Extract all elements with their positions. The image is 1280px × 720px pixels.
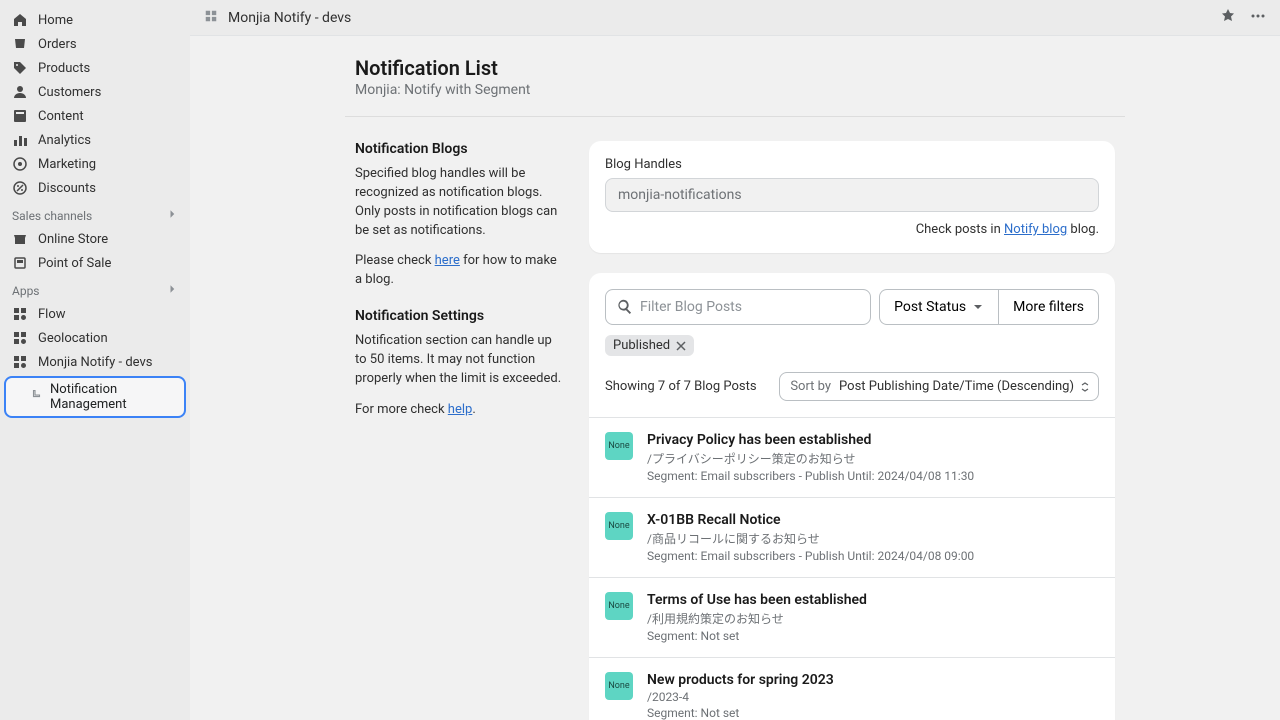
more-filters-button[interactable]: More filters xyxy=(998,289,1099,325)
blog-handles-input[interactable] xyxy=(605,178,1099,212)
post-thumb: None xyxy=(605,592,633,620)
apps-section[interactable]: Apps xyxy=(0,275,190,302)
chevron-right-icon xyxy=(166,283,178,298)
nav-marketing[interactable]: Marketing xyxy=(0,152,190,176)
apps-label: Apps xyxy=(12,284,40,298)
sub-arrow-icon xyxy=(32,389,44,405)
person-icon xyxy=(12,84,28,100)
notification-settings-desc: Notification section can handle up to 50… xyxy=(355,332,565,389)
blog-handles-card: Blog Handles Check posts in Notify blog … xyxy=(589,141,1115,253)
discount-icon xyxy=(12,180,28,196)
pin-icon[interactable] xyxy=(1220,8,1236,28)
notify-blog-link[interactable]: Notify blog xyxy=(1004,222,1067,237)
nav-products[interactable]: Products xyxy=(0,56,190,80)
target-icon xyxy=(12,156,28,172)
filter-tag-published[interactable]: Published xyxy=(605,335,694,356)
sort-select[interactable]: Sort by Post Publishing Date/Time (Desce… xyxy=(779,372,1099,401)
post-sub: /利用規約策定のお知らせ xyxy=(647,610,867,627)
post-status-button[interactable]: Post Status xyxy=(879,289,998,325)
notification-blogs-desc: Specified blog handles will be recognize… xyxy=(355,165,565,240)
nav-flow[interactable]: Flow xyxy=(0,302,190,326)
post-sub: /商品リコールに関するお知らせ xyxy=(647,530,974,547)
post-meta: Segment: Not set xyxy=(647,629,867,643)
post-title: X-01BB Recall Notice xyxy=(647,512,974,528)
post-meta: Segment: Not set xyxy=(647,706,834,720)
nav-customers[interactable]: Customers xyxy=(0,80,190,104)
notification-settings-more: For more check help. xyxy=(355,401,565,420)
sort-caret-icon xyxy=(1080,382,1090,392)
search-icon xyxy=(616,298,634,316)
search-input[interactable] xyxy=(640,299,860,315)
main-area: Monjia Notify - devs Notification List M… xyxy=(190,0,1280,720)
post-meta: Segment: Email subscribers - Publish Unt… xyxy=(647,469,974,483)
orders-icon xyxy=(12,36,28,52)
nav-online-store[interactable]: Online Store xyxy=(0,227,190,251)
showing-text: Showing 7 of 7 Blog Posts xyxy=(605,379,757,394)
nav-content[interactable]: Content xyxy=(0,104,190,128)
home-icon xyxy=(12,12,28,28)
app-subnav-notification-management[interactable]: Notification Management xyxy=(4,376,186,418)
nav-discounts[interactable]: Discounts xyxy=(0,176,190,200)
more-icon[interactable] xyxy=(1250,8,1266,28)
notification-blogs-heading: Notification Blogs xyxy=(355,141,565,157)
notification-settings-heading: Notification Settings xyxy=(355,308,565,324)
app-icon xyxy=(12,354,28,370)
app-icon xyxy=(12,306,28,322)
nav-point-of-sale[interactable]: Point of Sale xyxy=(0,251,190,275)
post-item[interactable]: None Privacy Policy has been established… xyxy=(589,417,1115,497)
post-item[interactable]: None X-01BB Recall Notice /商品リコールに関するお知ら… xyxy=(589,497,1115,577)
post-sub: /プライバシーポリシー策定のお知らせ xyxy=(647,450,974,467)
post-title: Terms of Use has been established xyxy=(647,592,867,608)
help-link[interactable]: help xyxy=(448,402,473,417)
app-subnav-label: Notification Management xyxy=(50,382,180,412)
here-link[interactable]: here xyxy=(435,253,460,268)
post-item[interactable]: None Terms of Use has been established /… xyxy=(589,577,1115,657)
nav-home[interactable]: Home xyxy=(0,8,190,32)
sales-channels-label: Sales channels xyxy=(12,209,92,223)
analytics-icon xyxy=(12,132,28,148)
blog-handles-label: Blog Handles xyxy=(605,157,1099,172)
posts-card: Post Status More filters Published xyxy=(589,273,1115,720)
topbar: Monjia Notify - devs xyxy=(190,0,1280,36)
store-icon xyxy=(12,231,28,247)
page-title: Notification List xyxy=(355,56,1115,80)
chevron-right-icon xyxy=(166,208,178,223)
post-list: None Privacy Policy has been established… xyxy=(589,417,1115,720)
post-thumb: None xyxy=(605,432,633,460)
notification-blogs-check: Please check here for how to make a blog… xyxy=(355,252,565,290)
post-sub: /2023-4 xyxy=(647,690,834,704)
post-title: Privacy Policy has been established xyxy=(647,432,974,448)
tag-icon xyxy=(12,60,28,76)
caret-down-icon xyxy=(972,301,984,313)
nav-analytics[interactable]: Analytics xyxy=(0,128,190,152)
post-meta: Segment: Email subscribers - Publish Unt… xyxy=(647,549,974,563)
page-subtitle: Monjia: Notify with Segment xyxy=(355,82,1115,98)
nav-orders[interactable]: Orders xyxy=(0,32,190,56)
content: Notification List Monjia: Notify with Se… xyxy=(190,36,1280,720)
post-title: New products for spring 2023 xyxy=(647,672,834,688)
post-item[interactable]: None New products for spring 2023 /2023-… xyxy=(589,657,1115,720)
search-box[interactable] xyxy=(605,289,871,325)
post-thumb: None xyxy=(605,512,633,540)
post-thumb: None xyxy=(605,672,633,700)
close-icon[interactable] xyxy=(676,341,686,351)
app-icon xyxy=(12,330,28,346)
blog-handles-hint: Check posts in Notify blog blog. xyxy=(605,222,1099,237)
sales-channels-section[interactable]: Sales channels xyxy=(0,200,190,227)
content-icon xyxy=(12,108,28,124)
pos-icon xyxy=(12,255,28,271)
app-icon xyxy=(204,9,218,27)
nav-geolocation[interactable]: Geolocation xyxy=(0,326,190,350)
sidebar: HomeOrdersProductsCustomersContentAnalyt… xyxy=(0,0,190,720)
nav-monjia-notify---devs[interactable]: Monjia Notify - devs xyxy=(0,350,190,374)
topbar-title: Monjia Notify - devs xyxy=(228,10,351,26)
